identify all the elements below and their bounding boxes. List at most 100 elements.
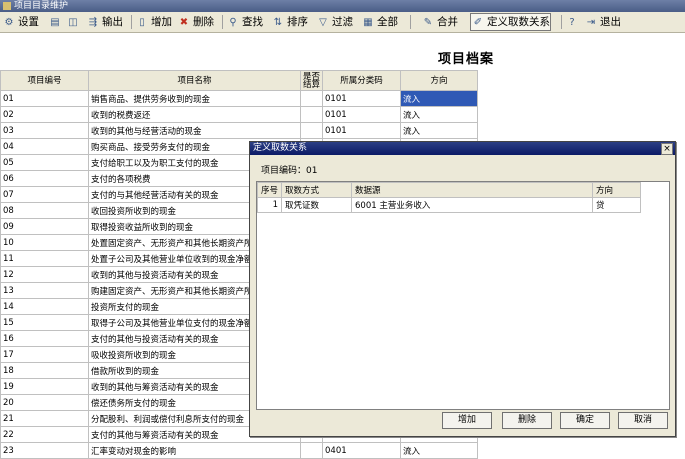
cell-code[interactable]: 16 xyxy=(0,330,89,347)
cell-direction[interactable]: 流入 xyxy=(400,442,478,459)
column-header-code[interactable]: 项目编号 xyxy=(0,70,89,91)
add-icon: ▯ xyxy=(139,17,145,28)
table-row[interactable]: 02 收到的税费返还 0101 流入 xyxy=(0,106,478,123)
cell-code[interactable]: 10 xyxy=(0,234,89,251)
add-button[interactable]: ▯ 增加 xyxy=(135,14,172,30)
sort-button[interactable]: ⇅ 排序 xyxy=(271,14,308,30)
cell-code[interactable]: 23 xyxy=(0,442,89,459)
cell-direction[interactable]: 流入 xyxy=(400,122,478,139)
cell-code[interactable]: 09 xyxy=(0,218,89,235)
print-button[interactable]: ▤ xyxy=(48,14,64,30)
cell-name[interactable]: 收到的税费返还 xyxy=(88,106,301,123)
cell-code[interactable]: 02 xyxy=(0,106,89,123)
cell-code[interactable]: 05 xyxy=(0,154,89,171)
cell-code[interactable]: 01 xyxy=(0,90,89,107)
output-icon: ⇶ xyxy=(88,17,98,28)
output-button[interactable]: ⇶ 输出 xyxy=(86,14,123,30)
table-row[interactable]: 01 销售商品、提供劳务收到的现金 0101 流入 xyxy=(0,90,478,107)
find-button[interactable]: ⚲ 查找 xyxy=(226,14,263,30)
cell-code[interactable]: 21 xyxy=(0,410,89,427)
cell-code[interactable]: 22 xyxy=(0,426,89,443)
cell-code[interactable]: 15 xyxy=(0,314,89,331)
settings-button[interactable]: ⚙ 设置 xyxy=(2,14,39,30)
exit-button[interactable]: ⇥ 退出 xyxy=(584,14,621,30)
close-icon[interactable]: × xyxy=(661,143,673,155)
table-row[interactable]: 03 收到的其他与经营活动的现金 0101 流入 xyxy=(0,122,478,139)
cell-method[interactable]: 取凭证数 xyxy=(281,197,353,213)
cell-direction[interactable]: 贷 xyxy=(592,197,642,213)
help-button[interactable]: ? xyxy=(565,14,581,30)
define-relation-dialog: 定义取数关系 × 项目编码：01 序号 取数方式 数据源 方向 1 取凭证数 600… xyxy=(249,141,676,437)
define-relation-icon: ✐ xyxy=(473,17,483,28)
all-button[interactable]: ▦ 全部 xyxy=(361,14,398,30)
column-header-closed[interactable]: 是否结算 xyxy=(300,70,323,91)
cell-closed[interactable] xyxy=(300,90,323,107)
cell-name[interactable]: 收到的其他与经营活动的现金 xyxy=(88,122,301,139)
cell-closed[interactable] xyxy=(300,442,323,459)
delete-button[interactable]: ✖ 删除 xyxy=(177,14,214,30)
define-relation-button[interactable]: ✐ 定义取数关系 xyxy=(470,13,551,31)
column-header-source[interactable]: 数据源 xyxy=(351,182,594,198)
toolbar-separator xyxy=(410,15,411,29)
cell-category[interactable]: 0101 xyxy=(322,122,401,139)
column-header-direction[interactable]: 方向 xyxy=(592,182,642,198)
cell-code[interactable]: 03 xyxy=(0,122,89,139)
settings-icon: ⚙ xyxy=(4,17,14,28)
column-header-direction[interactable]: 方向 xyxy=(400,70,478,91)
column-header-category[interactable]: 所属分类码 xyxy=(322,70,401,91)
dialog-cancel-button[interactable]: 取消 xyxy=(618,412,668,429)
cell-code[interactable]: 07 xyxy=(0,186,89,203)
print-icon: ▤ xyxy=(50,17,60,28)
cell-code[interactable]: 18 xyxy=(0,362,89,379)
exit-icon: ⇥ xyxy=(586,17,596,28)
column-header-seq[interactable]: 序号 xyxy=(256,182,283,198)
column-header-name[interactable]: 项目名称 xyxy=(88,70,301,91)
cell-code[interactable]: 04 xyxy=(0,138,89,155)
cell-source[interactable]: 6001 主营业务收入 xyxy=(351,197,594,213)
cell-direction[interactable]: 流入 xyxy=(400,106,478,123)
filter-button[interactable]: ▽ 过滤 xyxy=(316,14,353,30)
cell-name[interactable]: 汇率变动对现金的影响 xyxy=(88,442,301,459)
cell-closed[interactable] xyxy=(300,122,323,139)
cell-category[interactable]: 0401 xyxy=(322,442,401,459)
cell-name[interactable]: 销售商品、提供劳务收到的现金 xyxy=(88,90,301,107)
cell-direction[interactable]: 流入 xyxy=(400,90,478,107)
toolbar-separator xyxy=(222,15,223,29)
merge-icon: ✎ xyxy=(423,17,433,28)
table-row[interactable]: 23 汇率变动对现金的影响 0401 流入 xyxy=(0,442,478,459)
cell-code[interactable]: 11 xyxy=(0,250,89,267)
window-title: 项目目录维护 xyxy=(14,1,69,11)
cell-closed[interactable] xyxy=(300,106,323,123)
cell-code[interactable]: 19 xyxy=(0,378,89,395)
window-titlebar: 项目目录维护 xyxy=(0,0,685,12)
column-header-method[interactable]: 取数方式 xyxy=(281,182,353,198)
cell-code[interactable]: 20 xyxy=(0,394,89,411)
cell-code[interactable]: 14 xyxy=(0,298,89,315)
app-icon xyxy=(3,2,11,10)
filter-icon: ▽ xyxy=(319,17,327,28)
cell-category[interactable]: 0101 xyxy=(322,90,401,107)
cell-category[interactable]: 0101 xyxy=(322,106,401,123)
dialog-add-button[interactable]: 增加 xyxy=(442,412,492,429)
cell-seq[interactable]: 1 xyxy=(256,197,283,213)
relation-table-area: 序号 取数方式 数据源 方向 1 取凭证数 6001 主营业务收入贷 xyxy=(256,181,670,410)
table-row[interactable]: 1 取凭证数 6001 主营业务收入贷 xyxy=(256,197,642,213)
merge-button[interactable]: ✎ 合并 xyxy=(421,14,458,30)
cell-code[interactable]: 17 xyxy=(0,346,89,363)
delete-icon: ✖ xyxy=(179,17,189,28)
dialog-ok-button[interactable]: 确定 xyxy=(560,412,610,429)
all-icon: ▦ xyxy=(363,17,373,28)
dialog-delete-button[interactable]: 删除 xyxy=(502,412,552,429)
dialog-title: 定义取数关系 xyxy=(253,143,308,153)
cell-code[interactable]: 08 xyxy=(0,202,89,219)
relation-table: 序号 取数方式 数据源 方向 1 取凭证数 6001 主营业务收入贷 xyxy=(256,182,642,213)
toolbar-separator xyxy=(561,15,562,29)
cell-code[interactable]: 06 xyxy=(0,170,89,187)
cell-code[interactable]: 13 xyxy=(0,282,89,299)
sort-icon: ⇅ xyxy=(273,17,283,28)
cell-code[interactable]: 12 xyxy=(0,266,89,283)
toolbar: ⚙ 设置 ▤ ◫ ⇶ 输出 ▯ 增加 ✖ 删除 ⚲ 查找 ⇅ 排序 ▽ 过滤 ▦ 全部 ✎ 合并 … xyxy=(0,12,685,33)
find-icon: ⚲ xyxy=(229,17,237,28)
toolbar-separator xyxy=(131,15,132,29)
preview-button[interactable]: ◫ xyxy=(66,14,82,30)
